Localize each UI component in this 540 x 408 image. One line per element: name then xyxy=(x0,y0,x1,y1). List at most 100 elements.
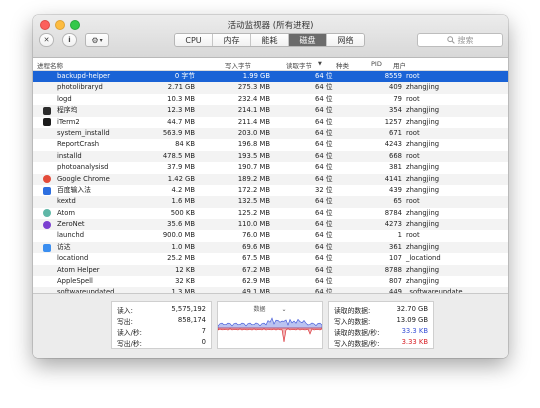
table-row[interactable]: 百度输入法 4.2 MB 172.2 MB 32 位 439 zhangjing xyxy=(33,185,508,196)
process-user: root xyxy=(406,94,420,103)
bytes-read: 62.9 MB xyxy=(242,277,270,286)
bytes-written: 44.7 MB xyxy=(167,117,195,126)
process-name: installd xyxy=(57,151,82,160)
stat-label: 读取的数据/秒: xyxy=(334,329,380,337)
process-id: 8784 xyxy=(384,208,402,217)
atom-icon xyxy=(43,209,51,218)
search-icon xyxy=(446,36,455,44)
bytes-written: 32 KB xyxy=(175,277,195,286)
process-id: 668 xyxy=(389,151,402,160)
stat-label: 写入的数据: xyxy=(334,318,371,326)
column-user[interactable]: 用户 xyxy=(393,60,406,70)
disk-graph-plot xyxy=(218,317,322,343)
process-kind: 64 位 xyxy=(315,208,333,217)
column-written[interactable]: 写入字节 xyxy=(225,60,251,70)
table-row[interactable]: Atom Helper 12 KB 67.2 MB 64 位 8788 zhangjing xyxy=(33,264,508,277)
process-kind: 64 位 xyxy=(315,277,333,286)
bytes-written: 12.3 MB xyxy=(167,106,195,115)
bytes-read: 172.2 MB xyxy=(237,185,270,194)
activity-monitor-window: 活动监视器 (所有进程) ✕ i ⚙ ▾ CPU 内存 能耗 磁盘 网络 搜索 … xyxy=(33,15,508,358)
stat-label: 读取的数据: xyxy=(334,307,371,315)
stat-value: 32.70 GB xyxy=(396,305,428,313)
column-name[interactable]: 进程名称 xyxy=(37,60,63,70)
bytes-written: 478.5 MB xyxy=(162,151,195,160)
table-row[interactable]: kextd 1.6 MB 132.5 MB 64 位 65 root xyxy=(33,196,508,208)
process-id: 4243 xyxy=(384,140,402,149)
action-menu-button[interactable]: ⚙ ▾ xyxy=(85,33,109,47)
terminal-icon xyxy=(43,118,51,127)
process-user: zhangjing xyxy=(406,242,440,251)
table-row[interactable]: Atom 500 KB 125.2 MB 64 位 8784 zhangjing xyxy=(33,208,508,219)
process-id: 1257 xyxy=(384,117,402,126)
table-row[interactable]: photolibraryd 2.71 GB 275.3 MB 64 位 409 zhang… xyxy=(33,82,508,94)
stat-value: 3.33 KB xyxy=(401,338,428,346)
tab-network[interactable]: 网络 xyxy=(327,34,364,46)
process-kind: 64 位 xyxy=(315,231,333,240)
table-row[interactable]: installd 478.5 MB 193.5 MB 64 位 668 root xyxy=(33,150,508,163)
inspect-process-button[interactable]: i xyxy=(62,33,77,47)
bytes-written: 4.2 MB xyxy=(171,185,196,194)
bytes-written: 12 KB xyxy=(175,265,195,274)
io-stats-box: 读入: 5,575,192 写出: 858,174 读入/秒: 7 写出/秒: 0 xyxy=(111,301,212,349)
tab-memory[interactable]: 内存 xyxy=(213,34,251,46)
process-user: zhangjing xyxy=(406,117,440,126)
process-user: zhangjing xyxy=(406,106,440,115)
bytes-written: 2.71 GB xyxy=(167,83,195,92)
process-id: 8788 xyxy=(384,265,402,274)
table-row[interactable]: ZeroNet 35.6 MB 110.0 MB 64 位 4273 zhangjing xyxy=(33,219,508,231)
process-id: 361 xyxy=(389,242,402,251)
process-kind: 64 位 xyxy=(315,163,333,172)
bytes-read: 211.4 MB xyxy=(237,117,270,126)
column-pid[interactable]: PID xyxy=(371,60,382,68)
search-field[interactable]: 搜索 xyxy=(417,33,503,47)
bytes-read: 190.7 MB xyxy=(237,163,270,172)
process-name: photolibraryd xyxy=(57,83,103,92)
stat-label: 写入的数据/秒: xyxy=(334,340,380,348)
table-row[interactable]: photoanalysisd 37.9 MB 190.7 MB 64 位 381 zhan… xyxy=(33,162,508,173)
tab-energy[interactable]: 能耗 xyxy=(251,34,289,46)
process-kind: 64 位 xyxy=(315,220,333,229)
table-row[interactable]: iTerm2 44.7 MB 211.4 MB 64 位 1257 zhangjing xyxy=(33,117,508,128)
process-kind: 64 位 xyxy=(315,128,333,137)
process-name: Google Chrome xyxy=(57,174,110,183)
process-user: root xyxy=(406,197,420,206)
baidu-input-icon xyxy=(43,186,51,195)
process-name: locationd xyxy=(57,254,89,263)
tab-cpu[interactable]: CPU xyxy=(175,34,213,46)
process-user: zhangjing xyxy=(406,265,440,274)
process-name: 程序坞 xyxy=(57,106,78,115)
process-user: zhangjing xyxy=(406,208,440,217)
table-row[interactable]: locationd 25.2 MB 67.5 MB 64 位 107 _locationd xyxy=(33,253,508,264)
bytes-written: 563.9 MB xyxy=(162,128,195,137)
tab-disk[interactable]: 磁盘 xyxy=(289,34,327,46)
process-name: launchd xyxy=(57,231,85,240)
process-id: 354 xyxy=(389,106,402,115)
bytes-written: 25.2 MB xyxy=(167,254,195,263)
process-name: ReportCrash xyxy=(57,140,100,149)
process-id: 381 xyxy=(389,163,402,172)
table-row[interactable]: 程序坞 12.3 MB 214.1 MB 64 位 354 zhangjing xyxy=(33,105,508,117)
bytes-written: 10.3 MB xyxy=(167,94,195,103)
process-name: 百度输入法 xyxy=(57,185,91,194)
process-id: 8559 xyxy=(384,72,402,80)
process-id: 1 xyxy=(397,231,402,240)
table-row[interactable]: Google Chrome 1.42 GB 189.2 MB 64 位 4141 zhan… xyxy=(33,173,508,185)
table-row[interactable]: system_installd 563.9 MB 203.0 MB 64 位 671 ro… xyxy=(33,127,508,140)
stat-value: 5,575,192 xyxy=(171,305,206,313)
process-id: 807 xyxy=(389,277,402,286)
bytes-written: 900.0 MB xyxy=(162,231,195,240)
process-kind: 64 位 xyxy=(315,242,333,251)
process-user: root xyxy=(406,128,420,137)
table-row[interactable]: AppleSpell 32 KB 62.9 MB 64 位 807 zhangjing xyxy=(33,276,508,287)
quit-process-button[interactable]: ✕ xyxy=(39,33,54,47)
column-read[interactable]: 读取字节 xyxy=(286,60,312,70)
chevron-down-icon: ▾ xyxy=(99,36,103,44)
table-row[interactable]: ReportCrash 84 KB 196.8 MB 64 位 4243 zhangjin… xyxy=(33,139,508,150)
disk-activity-graph: 数据 ⌄ xyxy=(217,301,323,349)
column-kind[interactable]: 种类 xyxy=(336,60,349,70)
process-id: 107 xyxy=(389,254,402,263)
table-row[interactable]: 访达 1.0 MB 69.6 MB 64 位 361 zhangjing xyxy=(33,241,508,254)
table-row[interactable]: launchd 900.0 MB 76.0 MB 64 位 1 root xyxy=(33,230,508,241)
table-row[interactable]: logd 10.3 MB 232.4 MB 64 位 79 root xyxy=(33,94,508,105)
table-row[interactable]: backupd-helper 0 字节 1.99 GB 64 位 8559 root xyxy=(33,71,508,83)
